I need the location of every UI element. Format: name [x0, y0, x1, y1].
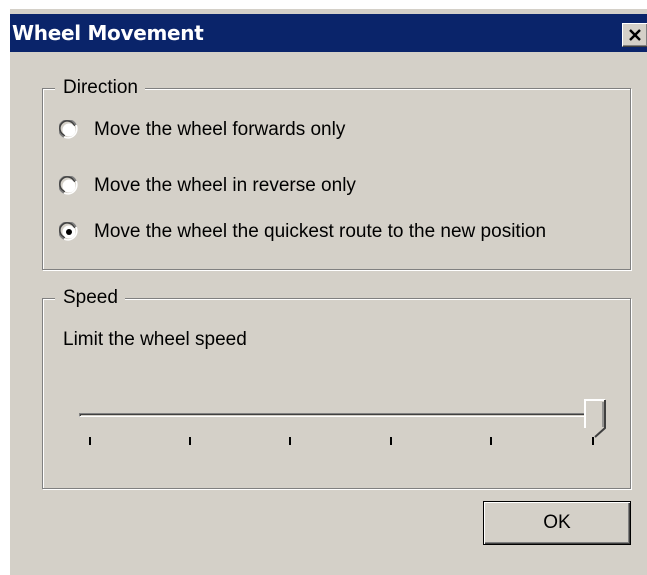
slider-tick: [490, 437, 492, 445]
slider-tick: [390, 437, 392, 445]
speed-group: Speed Limit the wheel speed: [42, 287, 631, 489]
speed-description: Limit the wheel speed: [63, 329, 247, 350]
radio-button-selected-icon[interactable]: [58, 221, 79, 242]
radio-quickest-route[interactable]: Move the wheel the quickest route to the…: [58, 219, 547, 245]
title-bar: Wheel Movement: [10, 14, 647, 52]
wheel-movement-dialog: Wheel Movement Direction Move the wheel …: [9, 8, 647, 575]
close-icon: [629, 29, 641, 41]
radio-label-quickest: Move the wheel the quickest route to the…: [94, 221, 547, 242]
slider-tick: [189, 437, 191, 445]
radio-button-icon[interactable]: [58, 175, 79, 196]
wheel-speed-slider[interactable]: [79, 399, 639, 459]
ok-button[interactable]: OK: [483, 501, 631, 545]
speed-group-label: Speed: [55, 287, 125, 309]
radio-reverse-only[interactable]: Move the wheel in reverse only: [58, 173, 356, 199]
direction-group: Direction Move the wheel forwards only M…: [42, 77, 631, 270]
radio-label-reverse: Move the wheel in reverse only: [94, 175, 356, 196]
radio-forwards-only[interactable]: Move the wheel forwards only: [58, 117, 346, 143]
slider-track: [79, 413, 599, 417]
radio-label-forwards: Move the wheel forwards only: [94, 119, 346, 140]
radio-button-icon[interactable]: [58, 119, 79, 140]
slider-tick: [289, 437, 291, 445]
direction-group-label: Direction: [55, 77, 145, 99]
slider-tick: [592, 437, 594, 445]
slider-thumb[interactable]: [584, 399, 608, 439]
close-button[interactable]: [622, 23, 647, 47]
dialog-title: Wheel Movement: [12, 21, 204, 45]
slider-tick: [89, 437, 91, 445]
